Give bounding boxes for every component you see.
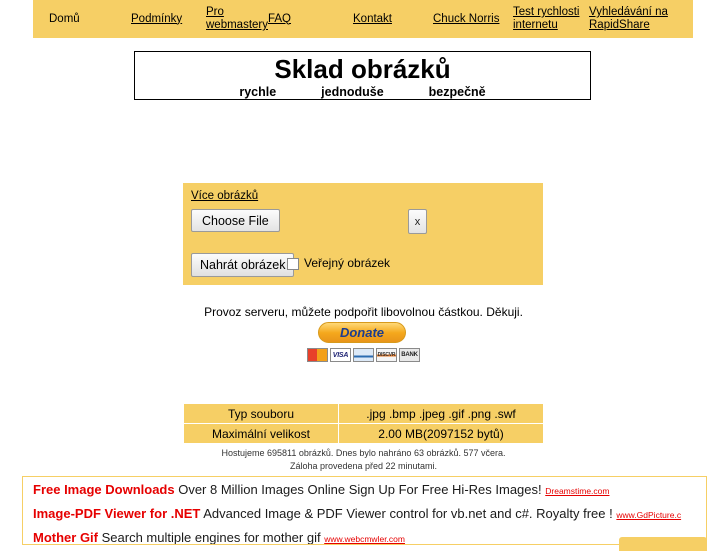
amex-icon (353, 348, 374, 362)
info-value-file-type: .jpg .bmp .jpeg .gif .png .swf (339, 404, 543, 423)
table-row: Typ souboru .jpg .bmp .jpeg .gif .png .s… (184, 404, 543, 423)
ad-title-2[interactable]: Image-PDF Viewer for .NET (33, 506, 200, 521)
info-label-file-type: Typ souboru (184, 404, 338, 423)
info-label-max-size: Maximální velikost (184, 424, 338, 443)
public-image-checkbox-label[interactable]: Veřejný obrázek (304, 256, 390, 270)
subtitle-word-bezpecne: bezpečně (428, 85, 486, 99)
site-title-box: Sklad obrázků rychle jednoduše bezpečně (134, 51, 591, 100)
nav-item-test-rychlosti-label[interactable]: Test rychlosti internetu (513, 6, 579, 31)
ad-description-1: Over 8 Million Images Online Sign Up For… (178, 482, 542, 497)
advertisement-box: Free Image Downloads Over 8 Million Imag… (22, 476, 707, 545)
file-info-table: Typ souboru .jpg .bmp .jpeg .gif .png .s… (183, 403, 544, 444)
accepted-payment-cards: VISA DISCVR BANK (0, 348, 727, 362)
choose-file-button[interactable]: Choose File (191, 209, 280, 232)
nav-item-podminky[interactable]: Podmínky (129, 13, 204, 26)
nav-item-domu[interactable]: Domů (41, 13, 129, 26)
nav-item-podminky-label[interactable]: Podmínky (131, 13, 182, 25)
partially-visible-bottom-button[interactable] (619, 537, 707, 551)
ad-url-2[interactable]: www.GdPicture.c (616, 510, 681, 520)
nav-item-kontakt-label[interactable]: Kontakt (353, 13, 392, 25)
upload-image-button[interactable]: Nahrát obrázek (191, 253, 295, 277)
nav-item-pro-webmastery-label[interactable]: Pro webmastery (206, 6, 268, 31)
backup-statistics-line: Záloha provedena před 22 minutami. (289, 461, 438, 471)
subtitle-word-jednoduse: jednoduše (321, 85, 384, 99)
bank-icon: BANK (399, 348, 420, 362)
discover-icon: DISCVR (376, 348, 397, 362)
nav-item-vyhledavani-rapidshare[interactable]: Vyhledávání na RapidShare (587, 6, 677, 32)
mastercard-icon (307, 348, 328, 362)
ad-url-3[interactable]: www.webcmwler.com (324, 534, 405, 544)
nav-item-vyhledavani-label[interactable]: Vyhledávání na RapidShare (589, 6, 668, 31)
nav-item-domu-label: Domů (49, 12, 80, 25)
nav-item-faq[interactable]: FAQ (266, 13, 351, 26)
navigation-items: Domů Podmínky Pro webmastery FAQ Kontakt… (33, 0, 693, 38)
table-row: Maximální velikost 2.00 MB(2097152 bytů) (184, 424, 543, 443)
ad-description-3: Search multiple engines for mother gif (101, 530, 321, 545)
hosting-statistics-line: Hostujeme 695811 obrázků. Dnes bylo nahr… (221, 448, 506, 458)
donate-description: Provoz serveru, můžete podpořit libovoln… (204, 305, 523, 319)
nav-item-faq-label[interactable]: FAQ (268, 13, 291, 25)
title-subtitle: rychle jednoduše bezpečně (135, 85, 590, 99)
nav-item-chuck-norris-label[interactable]: Chuck Norris (433, 13, 499, 25)
nav-item-pro-webmastery[interactable]: Pro webmastery (204, 6, 268, 32)
nav-item-test-rychlosti-internetu[interactable]: Test rychlosti internetu (511, 6, 587, 32)
ad-title-3[interactable]: Mother Gif (33, 530, 98, 544)
page-title: Sklad obrázků (274, 54, 451, 84)
list-item[interactable]: Image-PDF Viewer for .NET Advanced Image… (23, 501, 706, 525)
more-images-link[interactable]: Více obrázků (191, 190, 258, 202)
nav-item-chuck-norris[interactable]: Chuck Norris (431, 13, 511, 26)
upload-form-panel: Více obrázků Choose File x Nahrát obráze… (183, 183, 543, 285)
list-item[interactable]: Mother Gif Search multiple engines for m… (23, 525, 706, 545)
subtitle-word-rychle: rychle (239, 85, 277, 99)
public-image-checkbox[interactable] (287, 258, 299, 270)
ad-description-2: Advanced Image & PDF Viewer control for … (203, 506, 613, 521)
visa-icon: VISA (330, 348, 351, 362)
donate-button[interactable]: Donate (318, 322, 406, 343)
ad-url-1[interactable]: Dreamstime.com (545, 486, 609, 496)
nav-item-kontakt[interactable]: Kontakt (351, 13, 431, 26)
info-value-max-size: 2.00 MB(2097152 bytů) (339, 424, 543, 443)
list-item[interactable]: Free Image Downloads Over 8 Million Imag… (23, 477, 706, 501)
remove-file-row-button[interactable]: x (408, 209, 427, 234)
ad-title-1[interactable]: Free Image Downloads (33, 482, 175, 497)
top-navigation-bar: Domů Podmínky Pro webmastery FAQ Kontakt… (33, 0, 693, 38)
